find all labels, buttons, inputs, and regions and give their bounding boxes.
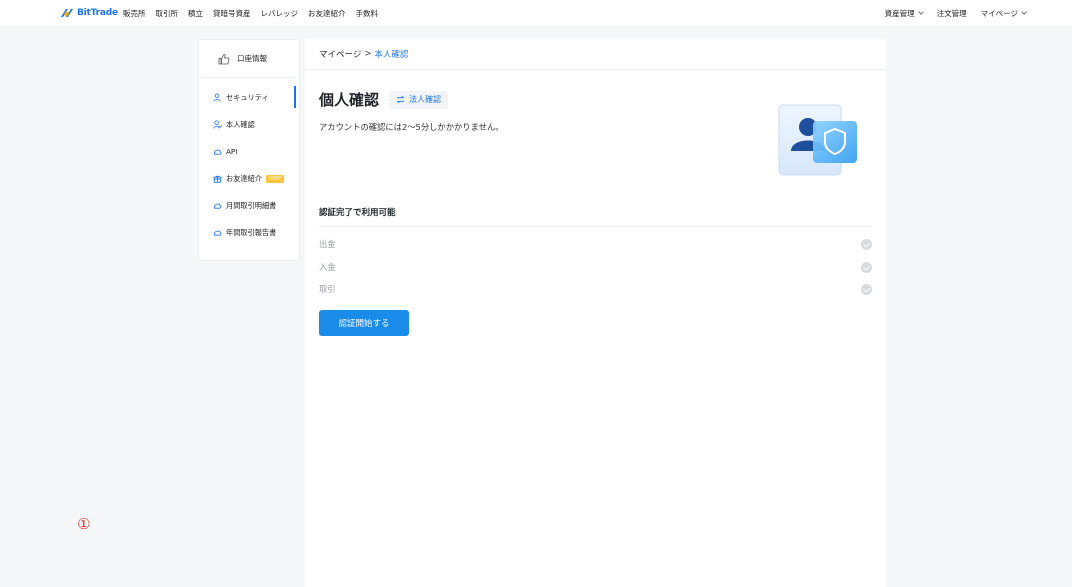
corporate-verification-button[interactable]: 法人確認 [389, 90, 449, 109]
sidebar-item-label: セキュリティ [226, 92, 269, 102]
section-divider [319, 226, 872, 227]
feature-label: 出金 [319, 239, 336, 249]
sidebar-item-label: 年間取引報告書 [226, 227, 277, 237]
identity-shield-illustration-icon [778, 104, 857, 176]
nav-right: 資産管理 注文管理 マイページ [871, 6, 1027, 20]
sidebar-item-label: お友達紹介 [226, 173, 262, 183]
corporate-verification-label: 法人確認 [409, 95, 442, 104]
nav-item-exchange[interactable]: 取引所 [156, 8, 179, 19]
breadcrumb: マイページ > 本人確認 [305, 39, 886, 70]
section-title: 認証完了で利用可能 [319, 208, 396, 218]
cloud-icon [213, 230, 222, 236]
account-sidebar: 口座情報 セキュリティ 本人確認 API お友達紹介 NEW 月間取引明細書 年… [198, 39, 300, 261]
user-icon [213, 93, 221, 102]
nav-item-sales[interactable]: 販売所 [123, 8, 146, 19]
breadcrumb-parent[interactable]: マイページ [319, 48, 361, 60]
user-check-icon [213, 120, 222, 129]
nav-item-savings[interactable]: 積立 [188, 8, 203, 19]
sidebar-item-security[interactable]: セキュリティ [199, 84, 299, 111]
nav-item-leverage[interactable]: レバレッジ [261, 8, 299, 19]
nav-asset-management-label: 資産管理 [884, 8, 915, 18]
sidebar-item-label: 本人確認 [226, 119, 255, 129]
nav-order-management[interactable]: 注文管理 [937, 8, 967, 19]
bittrade-logo[interactable]: BitTrade [60, 6, 118, 20]
nav-mypage[interactable]: マイページ [980, 8, 1027, 19]
check-circle-icon [861, 261, 872, 273]
cloud-icon [213, 203, 222, 209]
sidebar-item-referral[interactable]: お友達紹介 NEW [199, 165, 299, 192]
annotation-marker: ① [77, 515, 91, 533]
nav-asset-management[interactable]: 資産管理 [884, 8, 924, 19]
feature-label: 入金 [319, 262, 336, 272]
chevron-down-icon [917, 9, 924, 15]
logo-text: BitTrade [77, 8, 118, 18]
new-badge: NEW [265, 174, 284, 183]
title-row: 個人確認 法人確認 [319, 89, 449, 110]
feature-row-deposit: 入金 [319, 260, 872, 274]
check-circle-icon [861, 238, 872, 250]
nav-item-referral[interactable]: お友達紹介 [308, 8, 346, 19]
breadcrumb-current: 本人確認 [374, 50, 409, 60]
breadcrumb-separator: > [364, 49, 372, 59]
sidebar-item-identity[interactable]: 本人確認 [199, 111, 299, 138]
feature-label: 取引 [319, 284, 336, 294]
page-title: 個人確認 [319, 91, 380, 109]
feature-row-trade: 取引 [319, 282, 872, 296]
sidebar-item-annual-report[interactable]: 年間取引報告書 [199, 219, 299, 246]
chevron-down-icon [1021, 9, 1027, 15]
main-nav: 販売所 取引所 積立 貸暗号資産 レバレッジ お友達紹介 手数料 [123, 6, 388, 20]
sidebar-header-label: 口座情報 [237, 54, 267, 63]
thumbs-up-icon [218, 53, 230, 64]
cloud-icon [213, 149, 222, 155]
top-navbar: BitTrade 販売所 取引所 積立 貸暗号資産 レバレッジ お友達紹介 手数… [0, 0, 1072, 26]
sidebar-item-api[interactable]: API [199, 138, 299, 165]
feature-row-withdraw: 出金 [319, 237, 872, 251]
nav-item-lending[interactable]: 貸暗号資産 [213, 8, 251, 19]
check-circle-icon [861, 283, 872, 295]
logo-mark-icon [61, 9, 73, 17]
sidebar-item-label: API [226, 147, 238, 156]
nav-mypage-label: マイページ [980, 8, 1018, 18]
sidebar-header: 口座情報 [203, 40, 295, 78]
sidebar-item-label: 月間取引明細書 [226, 200, 277, 210]
gift-icon [213, 175, 222, 183]
nav-order-management-label: 注文管理 [936, 8, 967, 18]
sidebar-item-monthly-statement[interactable]: 月間取引明細書 [199, 192, 299, 219]
nav-item-fees[interactable]: 手数料 [356, 8, 379, 19]
page-subtitle: アカウントの確認には2〜5分しかかかりません。 [319, 122, 504, 132]
swap-icon [396, 96, 405, 103]
main-panel: マイページ > 本人確認 個人確認 法人確認 アカウントの確認には2〜5分しかか… [305, 39, 886, 587]
start-verification-button[interactable]: 認証開始する [319, 310, 409, 336]
